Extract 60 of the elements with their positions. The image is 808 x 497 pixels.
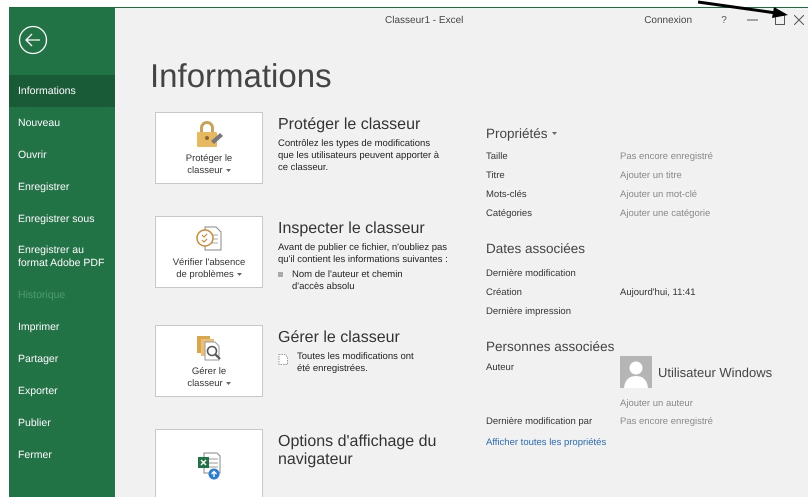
- property-value[interactable]: Ajouter un mot-clé: [620, 189, 698, 200]
- sidebar-item[interactable]: Ouvrir: [9, 139, 115, 171]
- sidebar-item[interactable]: Partager: [9, 343, 115, 375]
- section-description: Avant de publier ce fichier, n'oubliez pas qu'il contient les informations suivantes :: [278, 242, 448, 266]
- caret-icon: [552, 132, 557, 135]
- section-heading: Gérer le classeur: [278, 329, 401, 347]
- properties-heading[interactable]: Propriétés: [486, 126, 548, 141]
- caret-icon: [226, 168, 231, 172]
- minimize-icon: [746, 19, 758, 21]
- add-author-field[interactable]: Ajouter un auteur: [620, 398, 772, 409]
- people-heading: Personnes associées: [486, 339, 614, 354]
- property-label: Auteur: [486, 362, 515, 373]
- caret-icon: [226, 382, 231, 385]
- author-name: Utilisateur Windows: [658, 364, 772, 380]
- sign-in-link[interactable]: Connexion: [644, 14, 692, 26]
- action-button[interactable]: Vérifier l'absence de problèmes: [155, 216, 263, 288]
- property-value: Pas encore enregistré: [620, 416, 713, 427]
- sidebar-item[interactable]: Informations: [9, 75, 115, 107]
- property-label: Dernière impression: [486, 306, 572, 317]
- property-value[interactable]: Ajouter un titre: [620, 170, 682, 181]
- property-label: Création: [486, 287, 523, 298]
- dates-heading: Dates associées: [486, 241, 586, 256]
- sidebar-item[interactable]: Exporter: [9, 375, 115, 407]
- section-heading: Options d'affichage du navigateur: [278, 433, 438, 469]
- property-value[interactable]: Pas encore enregistré: [620, 151, 713, 162]
- document-icon: [278, 354, 288, 365]
- help-button[interactable]: ?: [710, 8, 738, 32]
- close-icon: [794, 15, 804, 25]
- property-value: Aujourd'hui, 11:41: [620, 287, 696, 298]
- status-note: Toutes les modifications ont été enregistrées.: [297, 351, 415, 375]
- property-value[interactable]: Ajouter une catégorie: [620, 208, 710, 219]
- page-title: Informations: [150, 56, 332, 96]
- action-button[interactable]: Gérer le classeur: [155, 325, 263, 397]
- bullet-text: Nom de l'auteur et chemin d'accès absolu: [292, 269, 404, 293]
- property-label: Taille: [486, 151, 509, 162]
- action-button[interactable]: Protéger le classeur: [155, 112, 263, 184]
- property-label: Dernière modification: [486, 268, 577, 279]
- property-label: Dernière modification par: [486, 416, 594, 427]
- show-all-properties-link[interactable]: Afficher toutes les propriétés: [486, 437, 606, 448]
- section-heading: Protéger le classeur: [278, 116, 422, 134]
- lock-key-icon: [194, 119, 224, 149]
- sidebar-item[interactable]: Enregistrer sous: [9, 203, 115, 235]
- section-description: Contrôlez les types de modifications que les utilisateurs peuvent apporter à ce classeur.: [278, 138, 440, 174]
- sidebar-item[interactable]: Fermer: [9, 439, 115, 471]
- property-label: Titre: [486, 170, 506, 181]
- property-label: Mots-clés: [486, 189, 528, 200]
- action-button[interactable]: [155, 429, 263, 497]
- caret-icon: [236, 272, 242, 276]
- section-heading: Inspecter le classeur: [278, 220, 426, 238]
- window-title: Classeur1 - Excel: [385, 14, 464, 26]
- sidebar-item[interactable]: Nouveau: [9, 107, 115, 139]
- property-label: Catégories: [486, 208, 533, 219]
- sidebar-item[interactable]: Enregistrer au format Adobe PDF: [9, 235, 115, 279]
- back-button[interactable]: [18, 25, 48, 55]
- sidebar-item[interactable]: Enregistrer: [9, 171, 115, 203]
- sidebar-item[interactable]: Publier: [9, 407, 115, 439]
- sidebar-item[interactable]: Imprimer: [9, 311, 115, 343]
- bullet-square-icon: [278, 272, 283, 277]
- maximize-icon: [775, 15, 785, 25]
- user-avatar-icon: [620, 356, 652, 388]
